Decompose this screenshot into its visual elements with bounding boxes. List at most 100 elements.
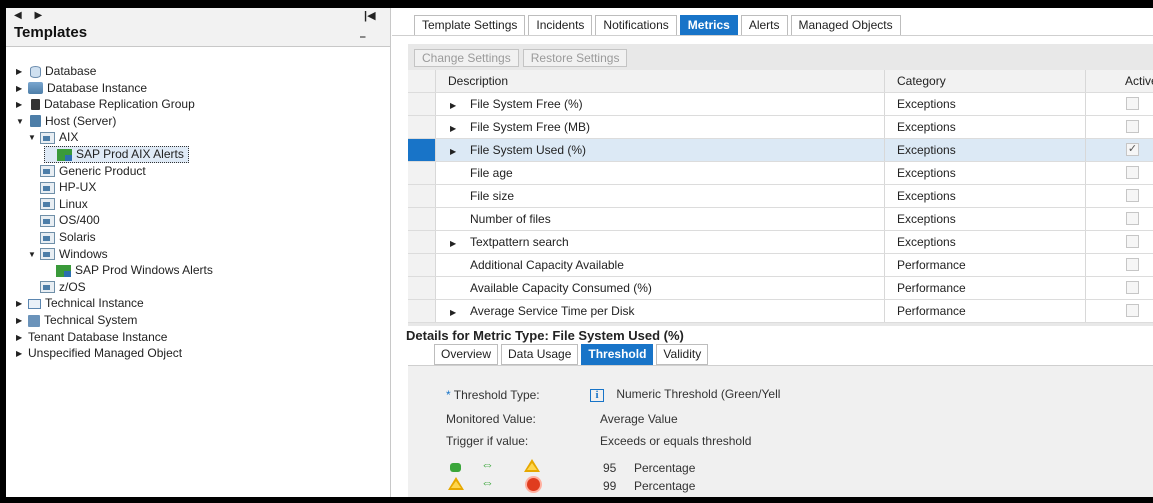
collapse-arrow-icon[interactable]: ▼: [28, 246, 40, 263]
metric-description: Available Capacity Consumed (%): [470, 281, 652, 295]
tree-item[interactable]: ▶ Database Instance: [16, 80, 147, 97]
tab-notifications[interactable]: Notifications: [595, 15, 677, 35]
select-all-cell[interactable]: [408, 70, 436, 92]
active-checkbox[interactable]: [1126, 166, 1139, 180]
row-selector[interactable]: [408, 93, 436, 115]
tree-item[interactable]: ▼ AIX: [28, 129, 78, 146]
tree-item[interactable]: ▶ Unspecified Managed Object: [16, 345, 182, 362]
tree-item-label: Unspecified Managed Object: [28, 346, 183, 361]
threshold-unit-1: Percentage: [634, 461, 696, 475]
tab-alerts[interactable]: Alerts: [740, 15, 788, 35]
table-row[interactable]: Available Capacity Consumed (%) Performan…: [408, 277, 1153, 300]
details-tab-data-usage[interactable]: Data Usage: [501, 344, 579, 365]
collapse-arrow-icon[interactable]: ▼: [16, 113, 28, 130]
expand-arrow-icon[interactable]: ▶: [16, 80, 28, 97]
row-selector[interactable]: [408, 254, 436, 276]
table-row[interactable]: ▶ File System Used (%) Exceptions ✓: [408, 139, 1153, 162]
table-row[interactable]: File size Exceptions: [408, 185, 1153, 208]
table-row[interactable]: ▶ File System Free (MB) Exceptions: [408, 116, 1153, 139]
tree-item[interactable]: HP-UX: [28, 179, 96, 196]
active-checkbox[interactable]: [1126, 281, 1139, 295]
expand-arrow-icon[interactable]: ▶: [448, 302, 470, 324]
tree-item[interactable]: Solaris: [28, 229, 96, 246]
tree-item-label: Generic Product: [59, 163, 146, 178]
table-row[interactable]: ▶ Average Service Time per Disk Performanc…: [408, 300, 1153, 323]
tree-item[interactable]: OS/400: [28, 212, 100, 229]
tree-item[interactable]: z/OS: [28, 279, 86, 296]
info-icon[interactable]: i: [590, 389, 604, 402]
expand-arrow-icon[interactable]: ▶: [16, 345, 28, 362]
expand-arrow-icon[interactable]: ▶: [448, 118, 470, 140]
expand-arrow-icon[interactable]: ▶: [16, 96, 28, 113]
tree-item[interactable]: ▶ Technical System: [16, 312, 137, 329]
active-checkbox[interactable]: [1126, 235, 1139, 249]
tree-item[interactable]: ▼ Host (Server): [16, 113, 116, 130]
tree-item-label: Linux: [59, 196, 88, 211]
tree-item[interactable]: ▶ Tenant Database Instance: [16, 329, 167, 346]
collapse-panel-icon[interactable]: |◀: [364, 9, 376, 22]
threshold-value-1[interactable]: 95: [603, 461, 616, 475]
expand-arrow-icon[interactable]: ▶: [16, 295, 28, 312]
pin-icon[interactable]: ⎯: [360, 31, 366, 44]
collapse-arrow-icon[interactable]: ▼: [28, 129, 40, 146]
tree-item[interactable]: ▼ Windows: [28, 246, 108, 263]
row-selector[interactable]: [408, 231, 436, 253]
expand-arrow-icon[interactable]: ▶: [16, 312, 28, 329]
column-header-active[interactable]: Active: [1086, 70, 1153, 92]
details-tabs: Overview Data Usage Threshold Validity: [434, 344, 711, 365]
table-row[interactable]: File age Exceptions: [408, 162, 1153, 185]
table-row[interactable]: ▶ File System Free (%) Exceptions: [408, 93, 1153, 116]
row-selector[interactable]: [408, 162, 436, 184]
expand-arrow-icon[interactable]: ▶: [16, 329, 28, 346]
row-selector[interactable]: [408, 277, 436, 299]
tree-item[interactable]: ▶ Technical Instance: [16, 295, 144, 312]
tree-item[interactable]: Generic Product: [28, 163, 146, 180]
tree-item[interactable]: ▶ Database: [16, 63, 96, 80]
row-selector[interactable]: [408, 185, 436, 207]
expand-arrow-icon[interactable]: ▶: [448, 95, 470, 117]
metric-description: File size: [470, 189, 515, 203]
expand-arrow-icon[interactable]: ▶: [448, 141, 470, 163]
change-settings-button[interactable]: Change Settings: [414, 49, 519, 67]
threshold-value-2[interactable]: 99: [603, 479, 616, 493]
trigger-value: Exceeds or equals threshold: [600, 434, 752, 448]
tree-item-label: Database Replication Group: [44, 97, 195, 112]
tree-item[interactable]: ▶ Database Replication Group: [16, 96, 195, 113]
template-icon: [40, 165, 55, 178]
tab-template-settings[interactable]: Template Settings: [414, 15, 526, 35]
row-selector[interactable]: [408, 208, 436, 230]
tree-item[interactable]: Linux: [28, 196, 88, 213]
active-checkbox[interactable]: ✓: [1126, 143, 1139, 157]
row-selector[interactable]: [408, 116, 436, 138]
active-checkbox[interactable]: [1126, 189, 1139, 203]
active-checkbox[interactable]: [1126, 212, 1139, 226]
column-header-description[interactable]: Description: [436, 70, 885, 92]
table-row[interactable]: ▶ Textpattern search Exceptions: [408, 231, 1153, 254]
expand-arrow-icon[interactable]: ▶: [448, 233, 470, 255]
table-row[interactable]: Number of files Exceptions: [408, 208, 1153, 231]
tree-item[interactable]: SAP Prod Windows Alerts: [44, 262, 213, 279]
row-selector[interactable]: [408, 300, 436, 322]
tab-metrics[interactable]: Metrics: [679, 15, 738, 35]
column-header-category[interactable]: Category: [885, 70, 1086, 92]
nav-back-forward-icon[interactable]: ◀ ▶: [14, 10, 47, 21]
metric-category: Exceptions: [885, 231, 1086, 253]
active-checkbox[interactable]: [1126, 258, 1139, 272]
row-selector[interactable]: [408, 139, 436, 161]
restore-settings-button[interactable]: Restore Settings: [522, 49, 628, 67]
active-checkbox[interactable]: [1126, 97, 1139, 111]
details-tab-overview[interactable]: Overview: [434, 344, 499, 365]
expand-arrow-icon[interactable]: ▶: [16, 63, 28, 80]
active-checkbox[interactable]: [1126, 120, 1139, 134]
tab-managed-objects[interactable]: Managed Objects: [790, 15, 901, 35]
app-window: ◀ ▶ |◀ Templates ⎯ ▶ Database ▶ Database In…: [6, 8, 1153, 497]
monitored-value: Average Value: [600, 412, 678, 426]
tree-item-label: Technical System: [44, 313, 138, 327]
table-row[interactable]: Additional Capacity Available Performance: [408, 254, 1153, 277]
tree-item[interactable]: SAP Prod AIX Alerts: [44, 146, 189, 163]
tab-incidents[interactable]: Incidents: [528, 15, 593, 35]
details-tab-threshold[interactable]: Threshold: [581, 344, 654, 365]
details-tab-validity[interactable]: Validity: [656, 344, 709, 365]
active-checkbox[interactable]: [1126, 304, 1139, 318]
threshold-type-value[interactable]: Numeric Threshold (Green/Yell: [616, 387, 780, 401]
